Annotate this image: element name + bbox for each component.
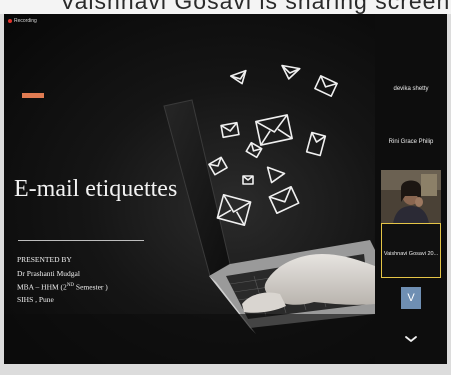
chevron-down-icon[interactable] (404, 334, 418, 344)
presenter-name: Dr Prashanti Mudgal (17, 269, 80, 278)
active-speaker-name: Vaishnavi Gosavi 20... (383, 251, 439, 257)
presenter-heading: PRESENTED BY (17, 255, 72, 264)
shared-slide: Recording E-mail etiquettes PRESENTED BY… (4, 14, 375, 364)
program-prefix: MBA – HHM (2 (17, 282, 67, 292)
active-speaker-tile[interactable]: Vaishnavi Gosavi 20... (381, 223, 441, 278)
record-dot-icon (8, 19, 12, 23)
participant-video-feed (381, 170, 441, 224)
avatar[interactable]: V (401, 287, 421, 309)
presenter-program: MBA – HHM (2ND Semester ) (17, 280, 108, 294)
participant-tile-rini[interactable]: Rini Grace Philip (375, 139, 447, 145)
recording-label: Recording (14, 18, 37, 24)
meeting-window: Recording E-mail etiquettes PRESENTED BY… (4, 14, 447, 364)
accent-bar (22, 93, 44, 98)
participant-tile-devika[interactable]: devika shetty (375, 86, 447, 92)
presenter-institute: SIHS , Pune (17, 294, 54, 304)
program-suffix: Semester ) (74, 282, 108, 292)
caption-text: Vaishnavi Gosavi is sharing screen (60, 0, 451, 14)
presenter-block: PRESENTED BY Dr Prashanti Mudgal MBA – H… (17, 254, 108, 306)
program-superscript: ND (66, 283, 75, 288)
participant-video-tile[interactable] (381, 170, 441, 224)
caption-band: Vaishnavi Gosavi is sharing screen (0, 0, 451, 14)
participants-sidebar: devika shetty Rini Grace Philip Vaishnav… (375, 14, 447, 364)
slide-title: E-mail etiquettes (14, 176, 178, 202)
title-divider (18, 240, 144, 241)
recording-indicator: Recording (8, 18, 37, 24)
